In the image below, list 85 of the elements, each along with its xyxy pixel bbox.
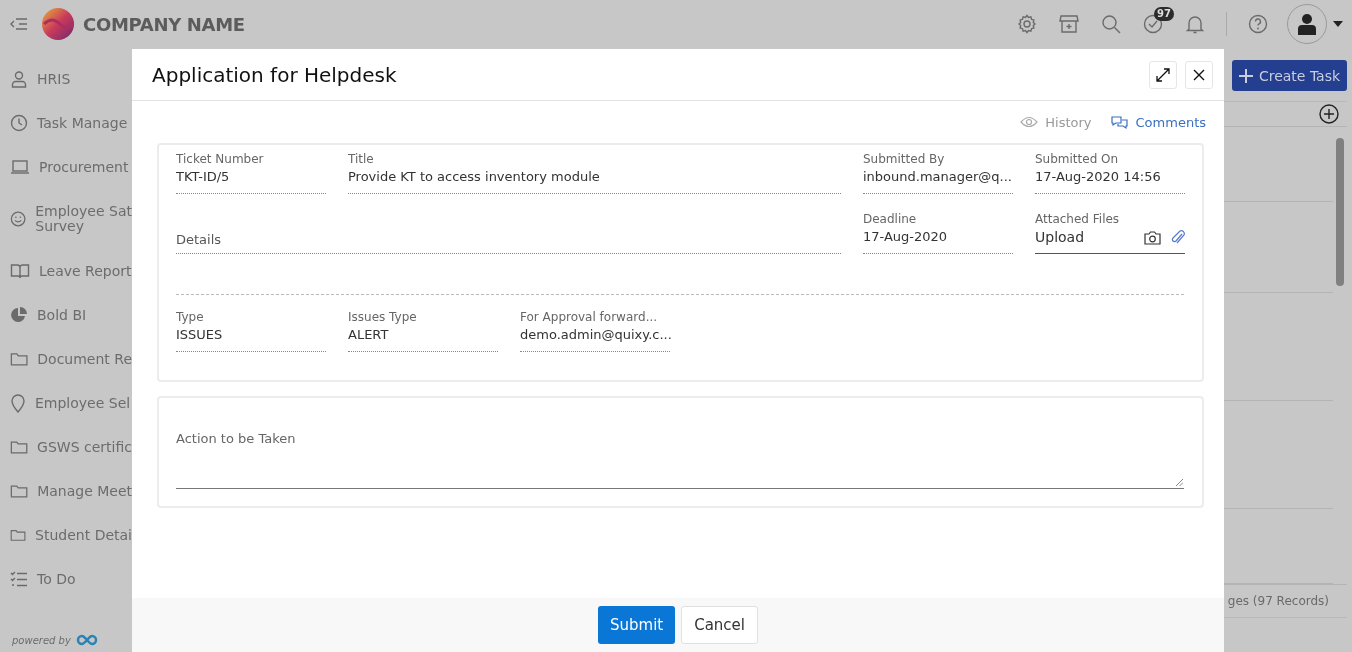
folder-icon [10, 438, 29, 456]
field-label: Details [176, 231, 223, 249]
user-silhouette-icon [1297, 13, 1317, 35]
sidebar-item[interactable]: Student Detai [0, 513, 132, 557]
folder-icon [10, 350, 29, 368]
sidebar-item[interactable]: Task Manage [0, 101, 132, 145]
pager-text: ges (97 Records) [1227, 594, 1329, 609]
field-value: ISSUES [176, 326, 224, 344]
form-field[interactable]: Submitted By inbound.manager@q... [863, 151, 1013, 194]
laptop-icon [10, 158, 30, 176]
field-label: Attached Files [1035, 211, 1121, 227]
cancel-button[interactable]: Cancel [681, 606, 758, 644]
smiley-icon [10, 210, 27, 228]
submit-button[interactable]: Submit [597, 606, 676, 644]
company-name: COMPANY NAME [83, 13, 245, 35]
field-label: Submitted By [863, 151, 946, 167]
sidebar-item[interactable]: GSWS certific [0, 425, 132, 469]
form-field[interactable]: Deadline 17-Aug-2020 [863, 211, 1013, 254]
expand-icon [1156, 67, 1170, 82]
bell-icon[interactable] [1185, 14, 1205, 34]
plus-icon [1238, 68, 1253, 83]
sidebar-item[interactable]: To Do [0, 557, 132, 601]
powered-by-text: powered by [12, 634, 71, 646]
field-value: Provide KT to access inventory module [348, 168, 601, 186]
upload-text: Upload [1035, 228, 1086, 247]
camera-icon [1144, 229, 1161, 245]
location-pin-icon [10, 393, 26, 413]
sidebar-item[interactable]: HRIS [0, 57, 132, 101]
resize-handle-icon[interactable] [1175, 478, 1183, 486]
search-icon[interactable] [1101, 14, 1121, 34]
person-icon [10, 70, 28, 88]
dialog-title: Application for Helpdesk [152, 62, 398, 87]
form-field[interactable]: Ticket Number TKT-ID/5 [176, 151, 326, 194]
field-label: Submitted On [1035, 151, 1120, 167]
form-field[interactable]: Submitted On 17-Aug-2020 14:56 [1035, 151, 1185, 194]
store-icon[interactable] [1059, 14, 1079, 34]
folder-icon [10, 482, 29, 500]
field-label: Title [348, 151, 375, 167]
comments-link[interactable]: Comments [1109, 109, 1206, 135]
settings-icon[interactable] [1017, 14, 1037, 34]
sidebar-item[interactable]: Employee Sel [0, 381, 132, 425]
eye-icon [1020, 116, 1039, 128]
form-field[interactable]: Title Provide KT to access inventory module [348, 151, 841, 194]
brand-logo-icon [75, 634, 98, 646]
form-field[interactable]: Issues Type ALERT [348, 309, 498, 352]
field-label: Deadline [863, 211, 918, 227]
pie-chart-icon [10, 306, 28, 324]
paperclip-icon [1171, 229, 1185, 245]
create-task-button[interactable]: Create Task [1232, 60, 1347, 91]
sidebar-item[interactable]: Bold BI [0, 293, 132, 337]
clock-icon [10, 114, 28, 132]
close-button[interactable] [1185, 60, 1213, 89]
sidebar-item[interactable]: Leave Report [0, 249, 132, 293]
sidebar-item[interactable]: Employee Sat Survey [0, 189, 132, 249]
sidebar-item[interactable]: Document Re [0, 337, 132, 381]
caret-icon[interactable] [1333, 21, 1343, 27]
field-label: Type [176, 309, 205, 325]
field-value: inbound.manager@q... [863, 168, 1013, 186]
checklist-icon [10, 570, 28, 588]
close-icon [1193, 68, 1205, 81]
book-icon [10, 262, 30, 280]
field-value: TKT-ID/5 [176, 168, 231, 186]
scrollbar-thumb[interactable] [1336, 138, 1344, 286]
menu-icon [10, 16, 28, 32]
field-label: Action to be Taken [176, 431, 296, 446]
add-circle-icon[interactable] [1319, 104, 1339, 125]
expand-button[interactable] [1149, 60, 1177, 89]
field-value: ALERT [348, 326, 390, 344]
task-count-badge: 97 [1154, 7, 1174, 21]
sidebar-item[interactable]: Manage Meet [0, 469, 132, 513]
details-field[interactable]: Details [176, 211, 841, 254]
field-label: Ticket Number [176, 151, 265, 167]
field-label: Issues Type [348, 309, 418, 325]
help-icon[interactable] [1248, 14, 1268, 34]
field-value: 17-Aug-2020 [863, 228, 949, 246]
logo-icon [42, 8, 74, 40]
chat-bubbles-icon [1109, 114, 1129, 130]
form-field[interactable]: For Approval forward... demo.admin@quixy.c... [520, 309, 670, 352]
field-value: 17-Aug-2020 14:56 [1035, 168, 1162, 186]
file-upload-field[interactable]: Attached Files Upload [1035, 211, 1185, 254]
history-link[interactable]: History [1020, 109, 1092, 135]
sidebar-item[interactable]: Procurement [0, 145, 132, 189]
field-value: demo.admin@quixy.c... [520, 326, 670, 344]
form-field[interactable]: Type ISSUES [176, 309, 326, 352]
field-label: For Approval forward... [520, 309, 659, 325]
